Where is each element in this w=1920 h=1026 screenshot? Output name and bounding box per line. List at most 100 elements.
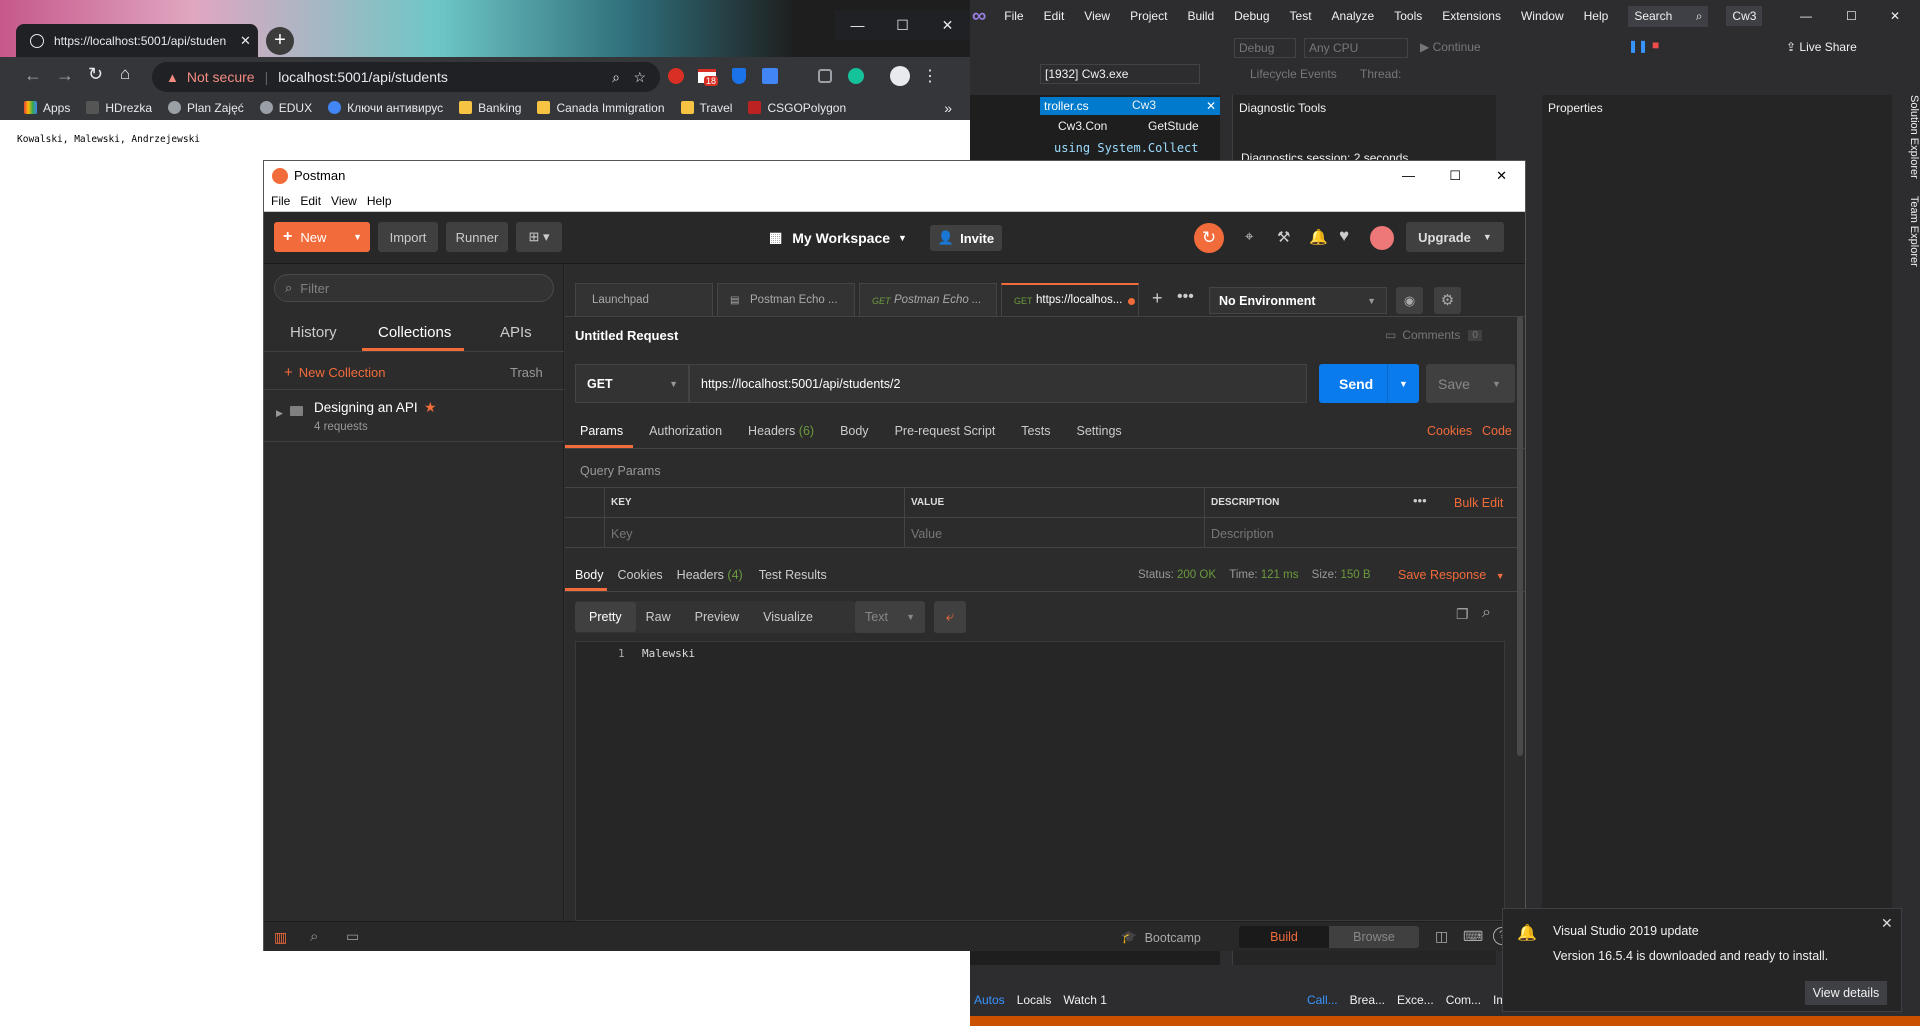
- request-tab[interactable]: GET Postman Echo ...: [859, 283, 997, 316]
- wrap-lines-icon[interactable]: ⤶: [934, 601, 966, 633]
- view-raw[interactable]: Raw: [646, 610, 671, 624]
- tab-body[interactable]: Body: [840, 424, 869, 438]
- upgrade-button[interactable]: Upgrade ▼: [1406, 222, 1504, 252]
- format-select[interactable]: Text ▼: [855, 601, 925, 633]
- tab-params[interactable]: Params: [580, 424, 623, 438]
- bootcamp-link[interactable]: 🎓 Bootcamp: [1121, 930, 1201, 945]
- more-icon[interactable]: ⋮: [922, 66, 938, 86]
- maximize-icon[interactable]: ☐: [1846, 9, 1857, 23]
- menu-window[interactable]: Window: [1521, 9, 1564, 23]
- browse-toggle[interactable]: Browse: [1329, 926, 1419, 948]
- live-share-button[interactable]: ⇪ Live Share: [1786, 40, 1857, 54]
- sidebar-tab-history[interactable]: History: [290, 324, 337, 341]
- stop-icon[interactable]: ■: [1652, 38, 1659, 52]
- star-icon[interactable]: ★: [424, 399, 437, 416]
- minimize-icon[interactable]: —: [1402, 168, 1415, 183]
- runner-button[interactable]: Runner: [446, 222, 508, 252]
- tab-file[interactable]: troller.cs ✕: [1040, 97, 1220, 115]
- translate-icon[interactable]: [762, 68, 778, 84]
- minimize-icon[interactable]: —: [835, 10, 880, 40]
- resp-tab-body[interactable]: Body: [575, 568, 604, 582]
- request-tab[interactable]: ▤ Postman Echo ...: [717, 283, 855, 316]
- shield-icon[interactable]: [732, 68, 746, 84]
- tab-pre-request[interactable]: Pre-request Script: [895, 424, 996, 438]
- resp-tab-headers[interactable]: Headers (4): [677, 568, 743, 582]
- menu-project[interactable]: Project: [1130, 9, 1167, 23]
- menu-edit[interactable]: Edit: [1044, 9, 1065, 23]
- breakpoints-tab[interactable]: Brea...: [1350, 993, 1385, 1007]
- process-dropdown[interactable]: [1932] Cw3.exe: [1040, 64, 1200, 84]
- more-icon[interactable]: •••: [1413, 493, 1427, 508]
- comments-button[interactable]: ▭ Comments 0: [1385, 328, 1482, 342]
- search-icon[interactable]: ⌕: [1482, 604, 1491, 622]
- menu-file[interactable]: File: [1004, 9, 1023, 23]
- copy-icon[interactable]: ❐: [1456, 606, 1469, 623]
- close-icon[interactable]: ✕: [925, 10, 970, 40]
- bookmark-edux[interactable]: EDUX: [259, 101, 312, 115]
- satellite-icon[interactable]: ⌖: [1245, 228, 1253, 245]
- home-icon[interactable]: ⌂: [120, 64, 130, 84]
- scrollbar[interactable]: [1517, 316, 1523, 756]
- sidebar-tab-apis[interactable]: APIs: [500, 324, 532, 341]
- continue-button[interactable]: ▶ Continue: [1420, 40, 1481, 54]
- import-button[interactable]: Import: [378, 222, 438, 252]
- view-details-button[interactable]: View details: [1805, 981, 1887, 1005]
- autos-tab[interactable]: Autos: [974, 993, 1005, 1007]
- menu-view[interactable]: View: [331, 194, 357, 208]
- maximize-icon[interactable]: ☐: [880, 10, 925, 40]
- chevron-down-icon[interactable]: ▼: [1492, 379, 1501, 389]
- new-collection-button[interactable]: + New Collection: [284, 364, 385, 381]
- close-icon[interactable]: ✕: [1890, 9, 1900, 23]
- forward-icon[interactable]: →: [56, 65, 74, 86]
- two-pane-icon[interactable]: ◫: [1435, 928, 1448, 945]
- menu-file[interactable]: File: [271, 194, 290, 208]
- menu-view[interactable]: View: [1084, 9, 1110, 23]
- bookmark-plan[interactable]: Plan Zajęć: [168, 101, 244, 115]
- find-icon[interactable]: ⌕: [310, 928, 318, 945]
- bookmark-apps[interactable]: Apps: [24, 101, 70, 115]
- method-select[interactable]: GET ▼: [575, 364, 689, 403]
- send-button[interactable]: Send ▼: [1319, 364, 1419, 403]
- more-tabs-icon[interactable]: •••: [1177, 288, 1194, 306]
- avatar[interactable]: [1370, 226, 1394, 250]
- bookmark-hdrezka[interactable]: HDrezka: [86, 101, 152, 115]
- address-bar[interactable]: ▲ Not secure | localhost:5001/api/studen…: [152, 62, 660, 92]
- heart-icon[interactable]: ♥: [1339, 226, 1349, 246]
- response-body[interactable]: 1 Malewski: [575, 641, 1505, 921]
- menu-help[interactable]: Help: [1584, 9, 1609, 23]
- resp-tab-cookies[interactable]: Cookies: [618, 568, 663, 582]
- watch-tab[interactable]: Watch 1: [1063, 993, 1107, 1007]
- extension-icon[interactable]: [668, 68, 684, 84]
- grammarly-icon[interactable]: [848, 68, 864, 84]
- chevron-right-icon[interactable]: ▶: [276, 408, 283, 419]
- key-input[interactable]: Key: [611, 527, 633, 541]
- request-name[interactable]: Untitled Request: [575, 328, 678, 343]
- bookmark-banking[interactable]: Banking: [459, 101, 521, 115]
- tab-authorization[interactable]: Authorization: [649, 424, 722, 438]
- sidebar-toggle-icon[interactable]: ▥: [274, 929, 287, 946]
- save-response-button[interactable]: Save Response ▼: [1398, 568, 1505, 582]
- save-button[interactable]: Save ▼: [1426, 364, 1515, 403]
- platform-dropdown[interactable]: Any CPU: [1304, 38, 1408, 58]
- environment-select[interactable]: No Environment ▼: [1209, 287, 1387, 314]
- code-link[interactable]: Code: [1482, 424, 1512, 438]
- bell-icon[interactable]: 🔔: [1309, 228, 1328, 246]
- search-icon[interactable]: ⌕: [612, 69, 620, 86]
- vs-search-box[interactable]: Search ⌕: [1628, 5, 1709, 27]
- tab-project[interactable]: Cw3: [1132, 98, 1156, 112]
- extension-icon[interactable]: [818, 69, 832, 83]
- command-tab[interactable]: Com...: [1446, 993, 1481, 1007]
- nav-class[interactable]: Cw3.Con: [1058, 119, 1107, 133]
- star-icon[interactable]: ☆: [633, 69, 646, 86]
- menu-test[interactable]: Test: [1290, 9, 1312, 23]
- tab-settings[interactable]: Settings: [1076, 424, 1121, 438]
- menu-edit[interactable]: Edit: [300, 194, 321, 208]
- solution-explorer-tab[interactable]: Solution Explorer: [1908, 95, 1920, 179]
- team-explorer-tab[interactable]: Team Explorer: [1908, 196, 1920, 267]
- menu-help[interactable]: Help: [367, 194, 392, 208]
- close-icon[interactable]: ✕: [240, 33, 251, 49]
- locals-tab[interactable]: Locals: [1017, 993, 1052, 1007]
- new-window-button[interactable]: ⊞ ▾: [516, 222, 562, 252]
- view-visualize[interactable]: Visualize: [763, 610, 813, 624]
- bookmark-travel[interactable]: Travel: [680, 101, 732, 115]
